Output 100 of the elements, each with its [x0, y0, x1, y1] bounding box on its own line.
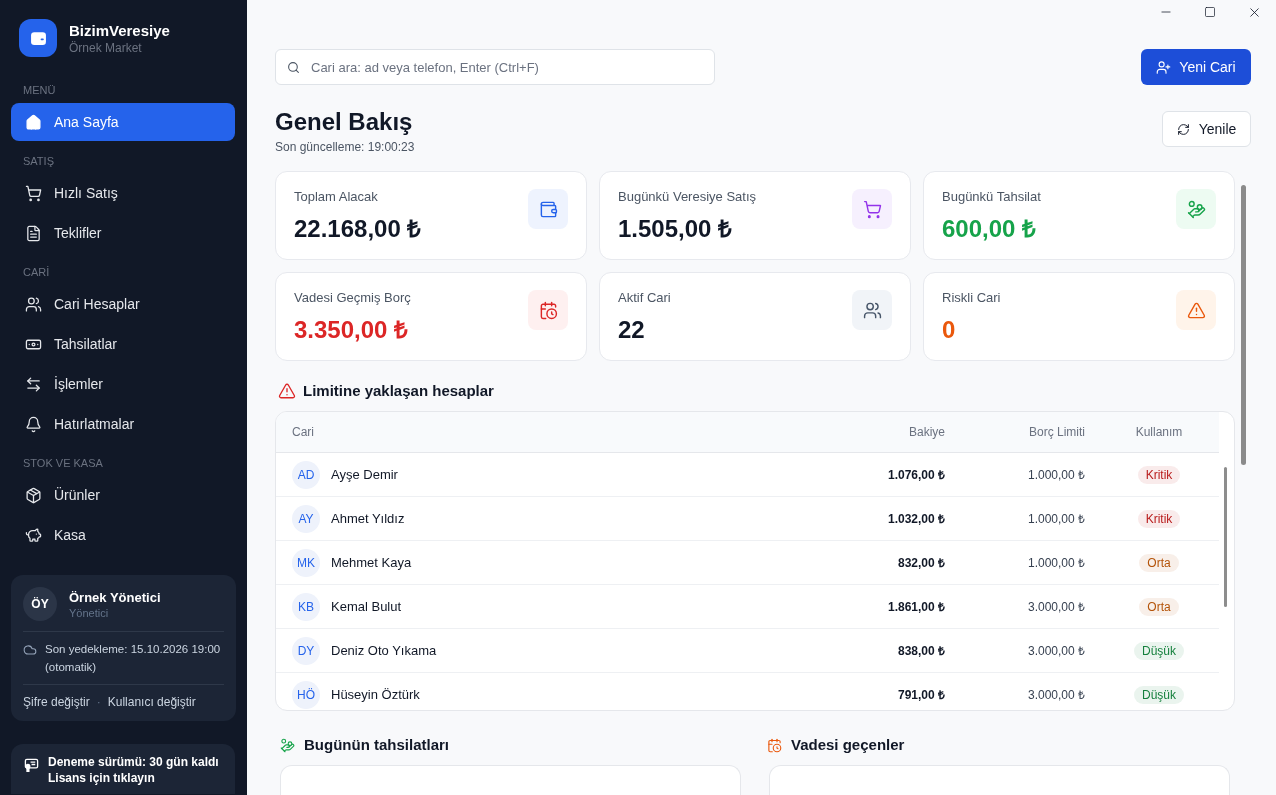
avatar-initials: MK — [292, 548, 320, 577]
link-separator: · — [96, 694, 101, 710]
limit-cell-text: 1.000,00 ₺ — [1027, 466, 1085, 484]
nav-item[interactable]: İşlemler — [11, 365, 235, 403]
page-title: Genel Bakış — [275, 109, 414, 135]
avatar-initials: HÖ — [292, 680, 320, 709]
arrows-icon — [25, 375, 42, 393]
nav-item[interactable]: Hızlı Satış — [11, 174, 235, 212]
nav-item[interactable]: Hatırlatmalar — [11, 405, 235, 443]
user-name: Örnek Yönetici — [69, 588, 161, 606]
stat-value: 0 — [942, 315, 957, 345]
scrollbar-thumb[interactable] — [1224, 467, 1227, 607]
bell-icon — [25, 415, 42, 433]
new-account-button[interactable]: Yeni Cari — [1141, 49, 1251, 85]
limit-cell-text: 3.000,00 ₺ — [1027, 642, 1085, 660]
limit-cell-text: 3.000,00 ₺ — [1027, 686, 1085, 704]
stat-value: 600,00 ₺ — [942, 214, 1038, 244]
column-header: Cari — [292, 424, 314, 441]
app-name: BizimVeresiye — [69, 20, 170, 40]
account-link[interactable]: Kullanıcı değiştir — [107, 694, 196, 710]
wallet-icon — [528, 189, 568, 229]
cart-icon — [852, 189, 892, 229]
cloud-icon — [23, 643, 37, 657]
section-title: Vadesi geçenler — [791, 734, 905, 755]
avatar-initials: AD — [292, 460, 320, 489]
account-link[interactable]: Şifre değiştir — [23, 694, 90, 710]
stat-value: 22.168,00 ₺ — [294, 214, 422, 244]
nav-item[interactable]: Ürünler — [11, 476, 235, 514]
store-name: Örnek Market — [69, 39, 143, 56]
stat-value: 22 — [618, 315, 646, 345]
account-name: Hüseyin Öztürk — [331, 685, 420, 704]
warning-icon — [278, 382, 296, 400]
usage-badge: Kritik — [1137, 465, 1181, 484]
refresh-icon — [1176, 122, 1190, 136]
last-updated: Son güncelleme: 19:00:23 — [275, 139, 415, 155]
column-header: Borç Limiti — [1029, 424, 1085, 441]
maximize-icon — [1204, 6, 1216, 18]
document-icon — [25, 224, 42, 242]
usage-badge: Orta — [1139, 553, 1179, 572]
backup-status: Son yedekleme: 15.10.2026 19:00 (otomatik) — [45, 642, 222, 675]
money-hand-icon — [1176, 189, 1216, 229]
cart-icon — [25, 184, 42, 202]
balance-cell-text: 1.076,00 ₺ — [887, 466, 945, 484]
column-header: Bakiye — [908, 424, 945, 441]
stat-label: Aktif Cari — [618, 289, 671, 307]
trial-license-button[interactable]: Deneme sürümü: 30 gün kaldı Lisans için tıklayın — [11, 744, 235, 794]
users-icon — [25, 295, 42, 313]
limit-cell-text: 1.000,00 ₺ — [1027, 554, 1085, 572]
app-logo-icon — [19, 19, 57, 57]
account-name: Kemal Bulut — [331, 597, 402, 616]
calendar-clock-icon — [767, 737, 782, 753]
stat-label: Vadesi Geçmiş Borç — [294, 289, 411, 307]
nav-item[interactable]: Ana Sayfa — [11, 103, 235, 141]
search-icon — [287, 61, 300, 74]
search-field[interactable]: Cari ara: ad veya telefon, Enter (Ctrl+F) — [275, 49, 715, 85]
section-label: STOK VE KASA — [23, 455, 103, 471]
stat-value: 3.350,00 ₺ — [294, 315, 410, 345]
nav-item[interactable]: Cari Hesaplar — [11, 285, 235, 323]
account-name: Ahmet Yıldız — [331, 509, 405, 528]
avatar-initials: AY — [292, 504, 320, 533]
section-label: CARİ — [23, 264, 50, 280]
stat-label: Bugünkü Tahsilat — [942, 188, 1041, 206]
usage-badge: Düşük — [1134, 641, 1184, 660]
certificate-icon — [24, 757, 39, 772]
limit-cell-text: 3.000,00 ₺ — [1027, 598, 1085, 616]
section-label: MENÜ — [23, 82, 56, 98]
nav-item[interactable]: Teklifler — [11, 214, 235, 252]
balance-cell-text: 832,00 ₺ — [897, 554, 945, 572]
section-title: Bugünün tahsilatları — [304, 734, 449, 755]
section-title: Limitine yaklaşan hesaplar — [303, 380, 494, 401]
calendar-clock-icon — [528, 290, 568, 330]
column-header: Kullanım — [1135, 424, 1183, 441]
section-label: SATIŞ — [23, 153, 54, 169]
refresh-button[interactable]: Yenile — [1162, 111, 1251, 147]
limit-cell-text: 1.000,00 ₺ — [1027, 510, 1085, 528]
balance-cell-text: 838,00 ₺ — [897, 642, 945, 660]
users-icon — [852, 290, 892, 330]
usage-badge: Orta — [1139, 597, 1179, 616]
balance-cell-text: 1.032,00 ₺ — [887, 510, 945, 528]
scrollbar-thumb[interactable] — [1241, 185, 1246, 465]
money-hand-icon — [280, 737, 295, 753]
avatar-initials: KB — [292, 592, 320, 621]
account-name: Deniz Oto Yıkama — [331, 641, 437, 660]
stat-value: 1.505,00 ₺ — [618, 214, 734, 244]
user-role: Yönetici — [69, 605, 110, 620]
avatar-initials: DY — [292, 636, 320, 665]
account-name: Mehmet Kaya — [331, 553, 412, 572]
nav-item[interactable]: Tahsilatlar — [11, 325, 235, 363]
warning-icon — [1176, 290, 1216, 330]
home-icon — [25, 113, 42, 131]
usage-badge: Kritik — [1137, 509, 1181, 528]
nav-item[interactable]: Kasa — [11, 516, 235, 554]
box-icon — [25, 486, 42, 504]
stat-label: Bugünkü Veresiye Satış — [618, 188, 757, 206]
stat-label: Riskli Cari — [942, 289, 1001, 307]
add-user-icon — [1156, 59, 1172, 75]
piggy-bank-icon — [25, 526, 42, 544]
balance-cell-text: 1.861,00 ₺ — [887, 598, 945, 616]
stat-label: Toplam Alacak — [294, 188, 379, 206]
user-avatar: ÖY — [23, 587, 57, 621]
